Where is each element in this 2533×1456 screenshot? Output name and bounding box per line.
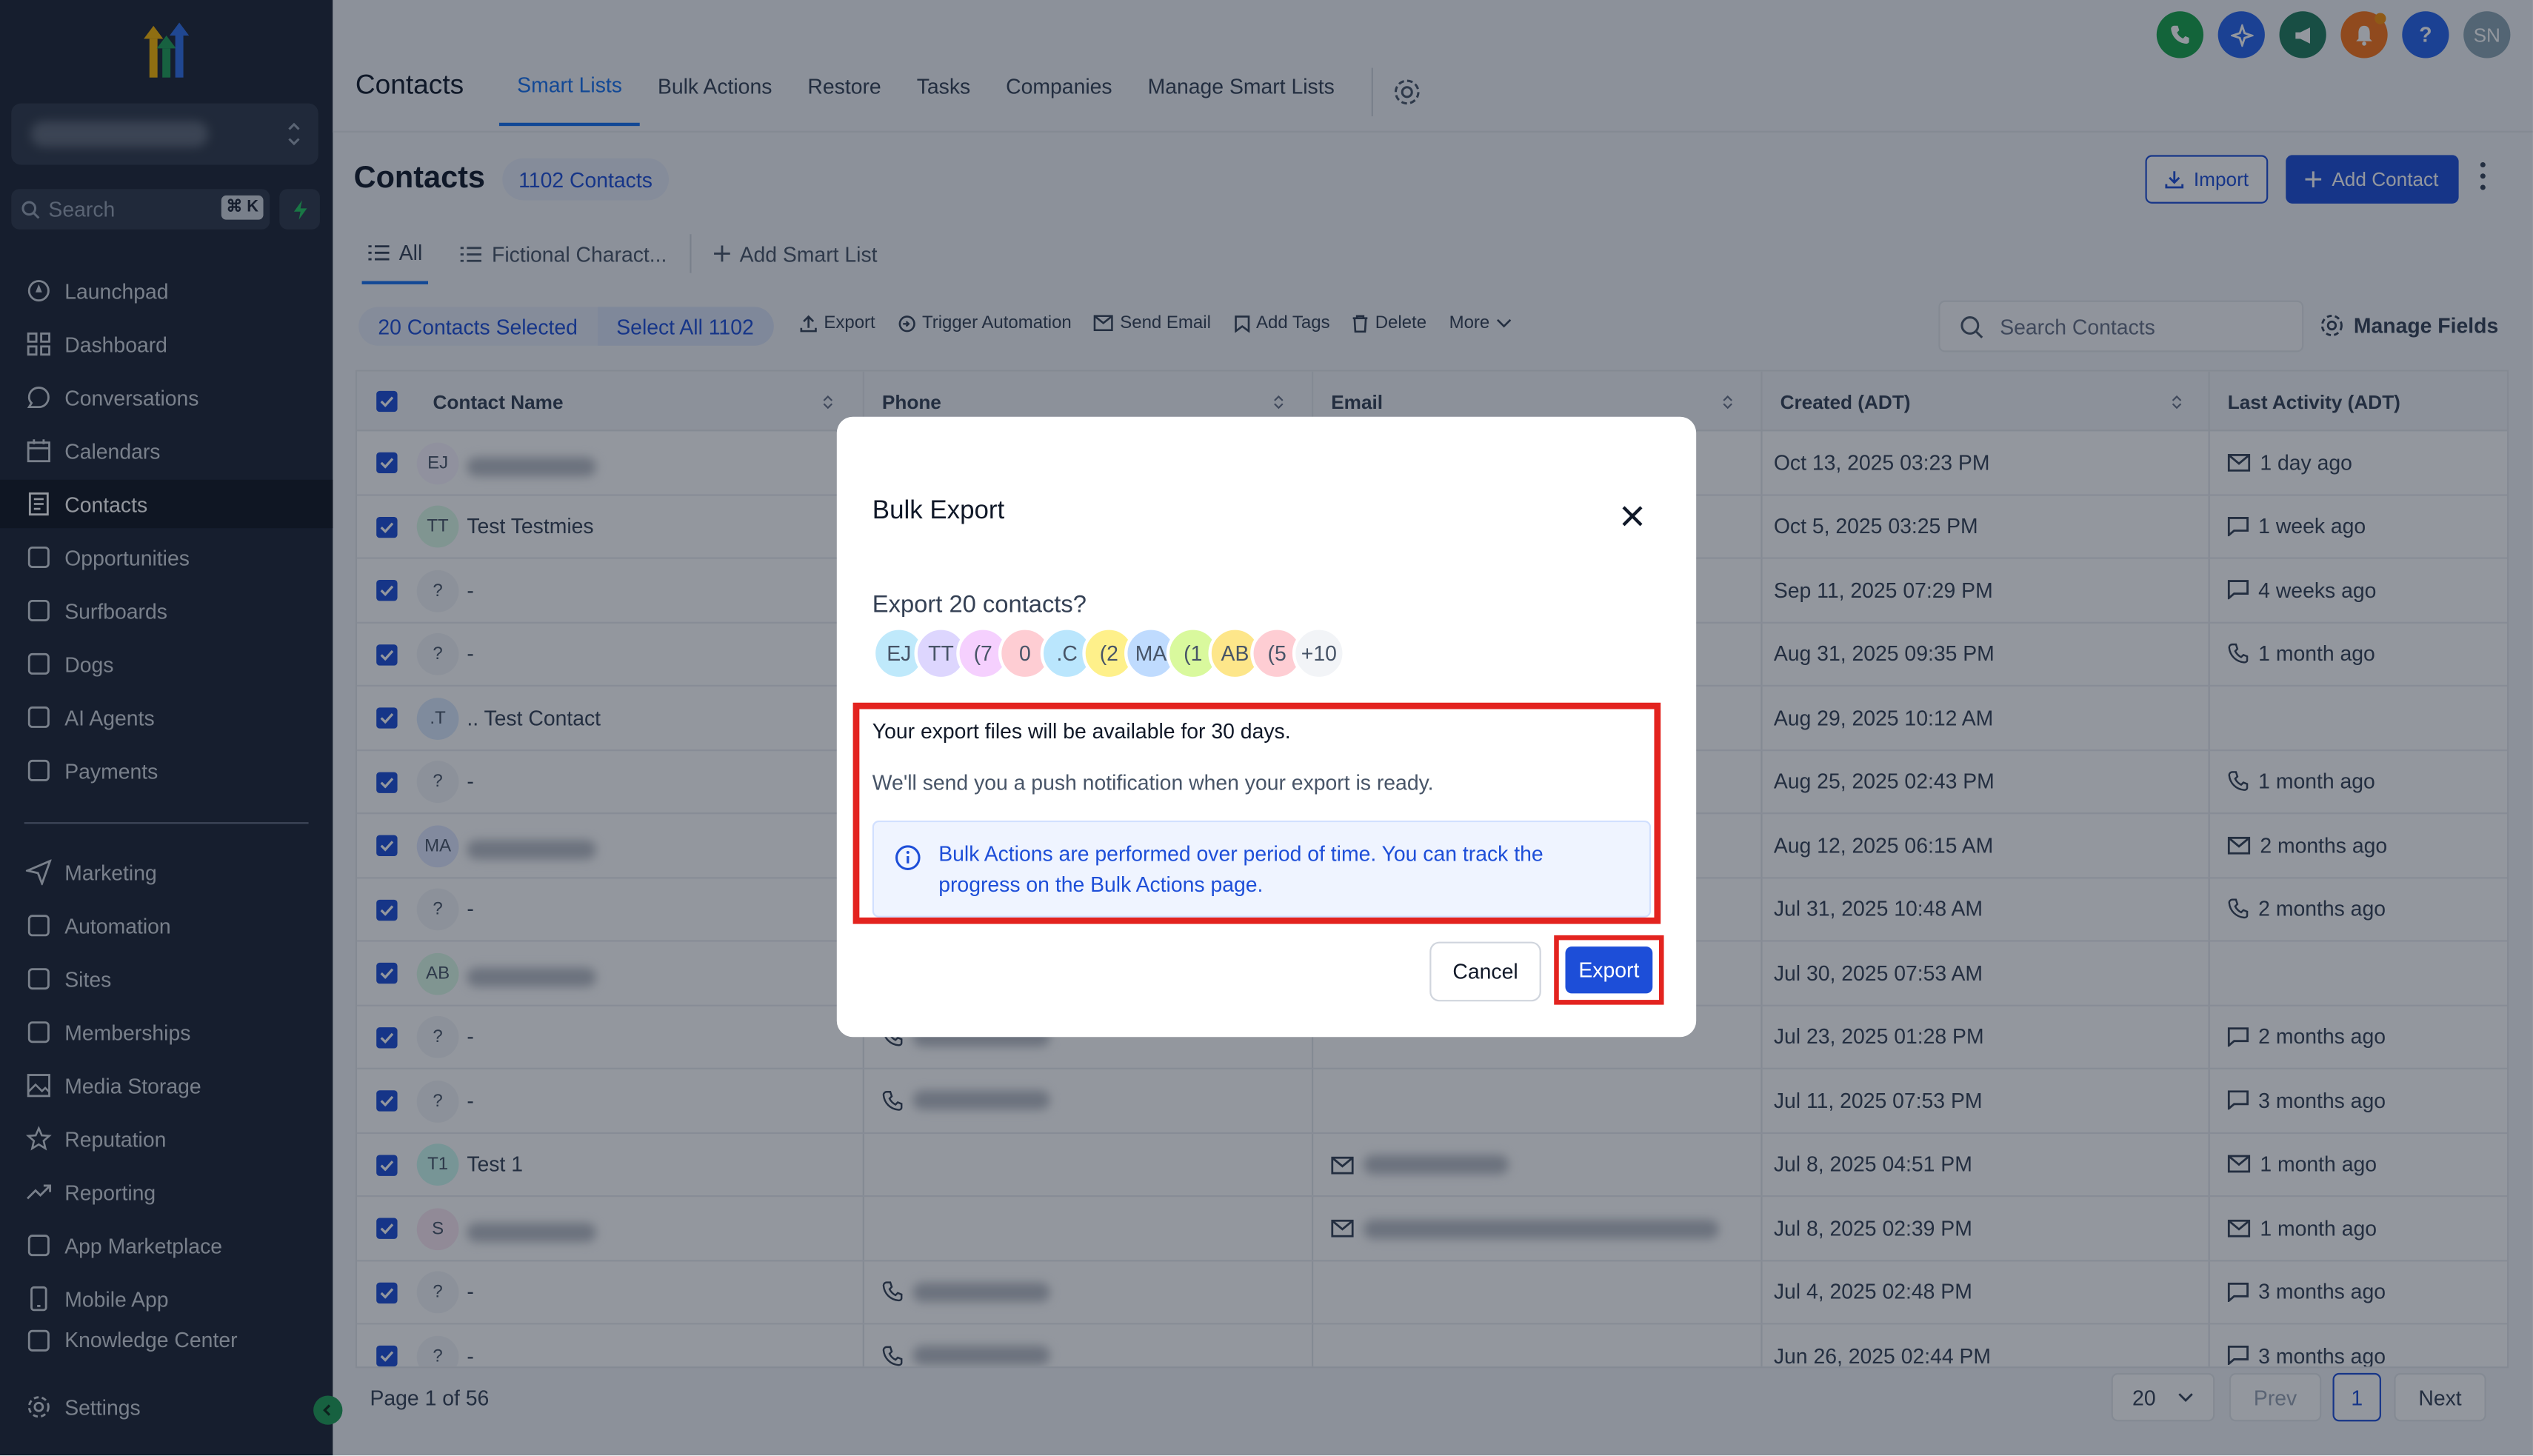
highlight-annotation (852, 702, 1661, 924)
export-question: Export 20 contacts? (872, 591, 1087, 619)
modal-title: Bulk Export (872, 497, 1005, 525)
bulk-export-modal: Bulk Export Export 20 contacts? EJ TT (7 0.… (836, 416, 1697, 1038)
cancel-button[interactable]: Cancel (1429, 941, 1541, 1002)
export-button[interactable]: Export (1565, 946, 1653, 994)
contact-avatar: +10 (1292, 627, 1346, 681)
close-icon[interactable] (1622, 506, 1643, 527)
app-window: Search ⌘ K Launchpad Dashboard Conversatio… (0, 0, 2533, 1456)
